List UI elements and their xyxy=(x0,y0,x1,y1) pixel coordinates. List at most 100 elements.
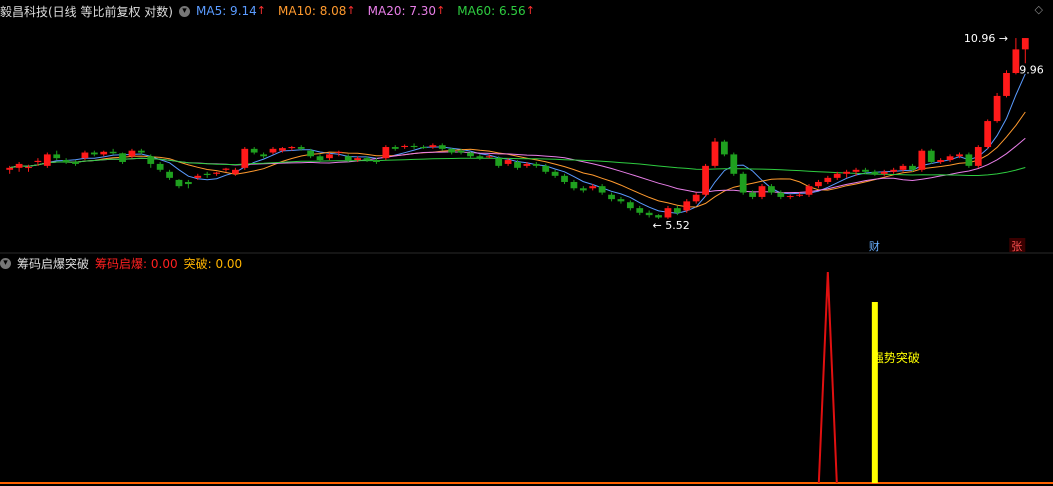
settings-chevron-icon[interactable]: ▾ xyxy=(179,5,190,17)
candle-body xyxy=(514,161,521,168)
candle-body xyxy=(429,145,437,148)
sub-chevron-icon[interactable]: ▾ xyxy=(0,257,11,269)
candle-body xyxy=(815,181,822,187)
ma5-line xyxy=(9,73,1026,214)
candle-body xyxy=(918,150,926,170)
candle-body xyxy=(702,165,709,195)
candle-body xyxy=(711,141,719,166)
candle-body xyxy=(843,171,851,174)
candle-body xyxy=(72,161,79,164)
sub-field-1: 突破: 0.00 xyxy=(183,256,243,271)
candle-body xyxy=(890,169,898,172)
candle-body xyxy=(81,152,89,159)
candle-body xyxy=(937,160,945,162)
candle-body xyxy=(382,147,390,159)
candle-body xyxy=(166,171,173,178)
candle-body xyxy=(137,150,145,153)
candle-body xyxy=(316,156,324,161)
candle-body xyxy=(1021,38,1029,50)
candle-body xyxy=(448,148,456,153)
candle-body xyxy=(692,194,700,202)
trend-up-arrow-icon: ↑ xyxy=(436,4,446,17)
candle-body xyxy=(100,151,108,155)
sub-field-0: 筹码启爆: 0.00 xyxy=(95,256,178,271)
sub-field-list: 筹码启爆: 0.00 突破: 0.00 xyxy=(95,255,248,272)
candle-body xyxy=(373,160,380,162)
high-price-label: 10.96 → xyxy=(964,32,1008,45)
candle-body xyxy=(645,212,653,216)
ma-indicator-list: MA5: 9.14 ↑ MA10: 8.08 ↑ MA20: 7.30 ↑ MA60: 6.… xyxy=(196,4,547,18)
candle-body xyxy=(457,150,465,153)
candle-body xyxy=(777,192,785,197)
last-price-label: 9.96 xyxy=(1019,63,1043,76)
breakout-signal-label: 强势突破 xyxy=(872,350,920,365)
panel-toggle-icon[interactable]: ◇ xyxy=(1035,3,1043,16)
ma-indicator-1: MA10: 8.08 xyxy=(278,4,347,18)
candle-body xyxy=(6,167,14,170)
candle-body xyxy=(119,153,126,162)
ma-indicator-0: MA5: 9.14 xyxy=(196,4,257,18)
candle-body xyxy=(344,156,352,161)
candle-body xyxy=(965,154,973,166)
candle-body xyxy=(655,215,662,218)
candle-body xyxy=(730,154,738,174)
main-title: 毅昌科技(日线 等比前复权 对数) xyxy=(0,4,173,19)
candle-body xyxy=(269,148,277,153)
candle-body xyxy=(194,175,202,178)
candle-body xyxy=(335,151,343,153)
candle-body xyxy=(956,154,963,157)
candle-body xyxy=(260,154,267,157)
candle-body xyxy=(673,208,681,213)
limit-up-event-marker[interactable]: 张 xyxy=(1011,240,1022,253)
breakout-signal-bar xyxy=(871,302,878,483)
candle-body xyxy=(824,177,832,182)
candle-body xyxy=(53,154,61,159)
candle-body xyxy=(184,181,192,185)
candle-body xyxy=(90,152,98,155)
candle-body xyxy=(25,167,32,169)
candle-body xyxy=(899,165,907,170)
candle-body xyxy=(805,186,813,195)
candle-body xyxy=(551,171,559,176)
candle-body xyxy=(420,147,427,149)
candle-body xyxy=(542,165,550,172)
candle-body xyxy=(909,165,916,170)
candle-body xyxy=(232,169,239,174)
candle-body xyxy=(579,188,587,191)
ma-indicator-3: MA60: 6.56 xyxy=(457,4,526,18)
candle-body xyxy=(862,169,869,172)
candle-body xyxy=(147,156,155,164)
candle-body xyxy=(62,160,70,162)
candle-body xyxy=(852,169,860,172)
candle-body xyxy=(523,163,531,166)
candle-body xyxy=(485,156,493,158)
sub-indicator-name: 筹码启爆突破 xyxy=(17,256,90,271)
trend-up-arrow-icon: ↑ xyxy=(346,4,356,17)
candle-body xyxy=(241,148,249,168)
trend-up-arrow-icon: ↑ xyxy=(525,4,535,17)
candle-body xyxy=(570,181,578,189)
candle-body xyxy=(796,194,803,196)
candle-body xyxy=(786,196,794,198)
candle-body xyxy=(598,186,606,193)
candle-body xyxy=(43,154,51,166)
candle-body xyxy=(984,121,992,148)
candle-body xyxy=(993,95,1001,122)
ma-indicator-2: MA20: 7.30 xyxy=(367,4,437,18)
candle-body xyxy=(720,141,728,155)
finance-event-marker[interactable]: 财 xyxy=(869,239,880,253)
candle-body xyxy=(109,151,117,154)
candle-body xyxy=(871,171,879,174)
candle-body xyxy=(326,154,333,159)
sub-header: ▾ 筹码启爆突破 筹码启爆: 0.00 突破: 0.00 xyxy=(0,254,254,272)
candle-body xyxy=(410,145,418,148)
candle-body xyxy=(749,192,756,197)
candle-body xyxy=(15,163,23,168)
candle-body xyxy=(250,148,258,153)
main-header: 毅昌科技(日线 等比前复权 对数) ▾ MA5: 9.14 ↑ MA10: 8.08… xyxy=(0,2,553,20)
candle-body xyxy=(438,145,446,149)
candle-body xyxy=(34,160,42,162)
candle-body xyxy=(768,186,775,193)
candle-body xyxy=(946,156,954,161)
candle-body xyxy=(297,147,305,149)
